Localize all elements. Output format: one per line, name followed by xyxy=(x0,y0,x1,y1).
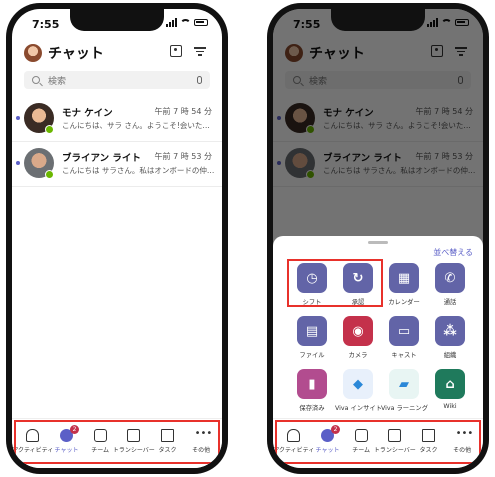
more-apps-sheet: 並べ替える ◷ シフト ↻ 承認 ▦ カレンダー ✆ 通話 ▤ ファイル ◉ カメラ ▭ キャスト ⁂ 組織 ▮… xyxy=(273,236,483,418)
message-preview: こんにちは サラさん。私はオンボードの仲間です! xyxy=(62,166,216,175)
app-tile[interactable]: ▦ カレンダー xyxy=(381,263,427,306)
cast-icon: ▭ xyxy=(389,316,419,346)
battery-icon xyxy=(194,19,208,26)
search-bar[interactable]: 検索 xyxy=(24,71,210,89)
contacts-icon[interactable] xyxy=(170,45,182,57)
sheet-grabber[interactable] xyxy=(368,241,388,244)
unread-dot xyxy=(16,161,20,165)
highlight-box-tabbar xyxy=(14,420,220,464)
bookmark-icon: ▮ xyxy=(297,369,327,399)
signal-icon xyxy=(166,18,177,27)
phone-more-sheet-screen: 7:55 チャット 検索 モナ ケイン 午前 7 時 54 分 こんにちは、サラ… xyxy=(267,3,489,474)
org-icon: ⁂ xyxy=(435,316,465,346)
app-label: Viva ラーニング xyxy=(381,405,428,412)
wiki-icon: ⌂ xyxy=(435,369,465,399)
message-preview: こんにちは、サラ さん。ようこそ!会いたかったけど... xyxy=(62,121,216,130)
highlight-box-apps xyxy=(287,259,383,307)
viva-learning-icon: ▰ xyxy=(389,369,419,399)
camera-icon: ◉ xyxy=(343,316,373,346)
viva-insights-icon: ◆ xyxy=(343,369,373,399)
app-label: キャスト xyxy=(391,352,417,359)
app-label: カレンダー xyxy=(388,299,420,306)
status-time: 7:55 xyxy=(32,18,60,31)
app-label: 通話 xyxy=(443,299,457,306)
chat-list-item[interactable]: ブライアン ライト 午前 7 時 53 分 こんにちは サラさん。私はオンボード… xyxy=(12,142,222,187)
status-icons xyxy=(166,18,208,27)
reorder-button[interactable]: 並べ替える xyxy=(433,247,473,258)
phone-icon: ✆ xyxy=(435,263,465,293)
app-tile[interactable]: ⁂ 組織 xyxy=(427,316,473,359)
app-label: Wiki xyxy=(443,403,457,410)
chat-list-item[interactable]: モナ ケイン 午前 7 時 54 分 こんにちは、サラ さん。ようこそ!会いたか… xyxy=(12,97,222,142)
contact-name: モナ ケイン xyxy=(62,108,113,119)
message-time: 午前 7 時 53 分 xyxy=(154,152,212,161)
app-tile[interactable]: ◆ Viva インサイト xyxy=(335,369,382,412)
file-icon: ▤ xyxy=(297,316,327,346)
highlight-box-tabbar xyxy=(275,420,481,464)
screen: 7:55 チャット 検索 モナ ケイン 午前 7 時 54 分 こんにちは、サラ… xyxy=(12,9,222,468)
app-tile[interactable]: ▤ ファイル xyxy=(289,316,335,359)
filter-icon[interactable] xyxy=(194,45,206,57)
app-tile[interactable]: ✆ 通話 xyxy=(427,263,473,306)
search-input[interactable]: 検索 xyxy=(48,74,197,87)
presence-available-icon xyxy=(45,170,54,179)
avatar[interactable] xyxy=(24,44,42,62)
app-tile[interactable]: ▰ Viva ラーニング xyxy=(381,369,428,412)
app-label: カメラ xyxy=(348,352,368,359)
app-header: チャット xyxy=(24,39,210,67)
message-time: 午前 7 時 54 分 xyxy=(154,107,212,116)
unread-dot xyxy=(16,116,20,120)
page-title: チャット xyxy=(48,46,104,62)
app-tile[interactable]: ⌂ Wiki xyxy=(427,369,473,410)
search-icon xyxy=(32,76,40,84)
notch xyxy=(331,9,425,31)
phone-chat-screen: 7:55 チャット 検索 モナ ケイン 午前 7 時 54 分 こんにちは、サラ… xyxy=(6,3,228,474)
app-tile[interactable]: ◉ カメラ xyxy=(335,316,381,359)
calendar-icon: ▦ xyxy=(389,263,419,293)
app-tile[interactable]: ▮ 保存済み xyxy=(289,369,335,412)
mic-icon[interactable] xyxy=(197,76,202,84)
app-label: 組織 xyxy=(443,352,457,359)
contact-name: ブライアン ライト xyxy=(62,153,141,164)
app-label: ファイル xyxy=(299,352,325,359)
app-tile[interactable]: ▭ キャスト xyxy=(381,316,427,359)
screen: 7:55 チャット 検索 モナ ケイン 午前 7 時 54 分 こんにちは、サラ… xyxy=(273,9,483,468)
wifi-icon xyxy=(180,18,191,27)
presence-available-icon xyxy=(45,125,54,134)
app-label: Viva インサイト xyxy=(335,405,382,412)
app-label: 保存済み xyxy=(299,405,325,412)
notch xyxy=(70,9,164,31)
